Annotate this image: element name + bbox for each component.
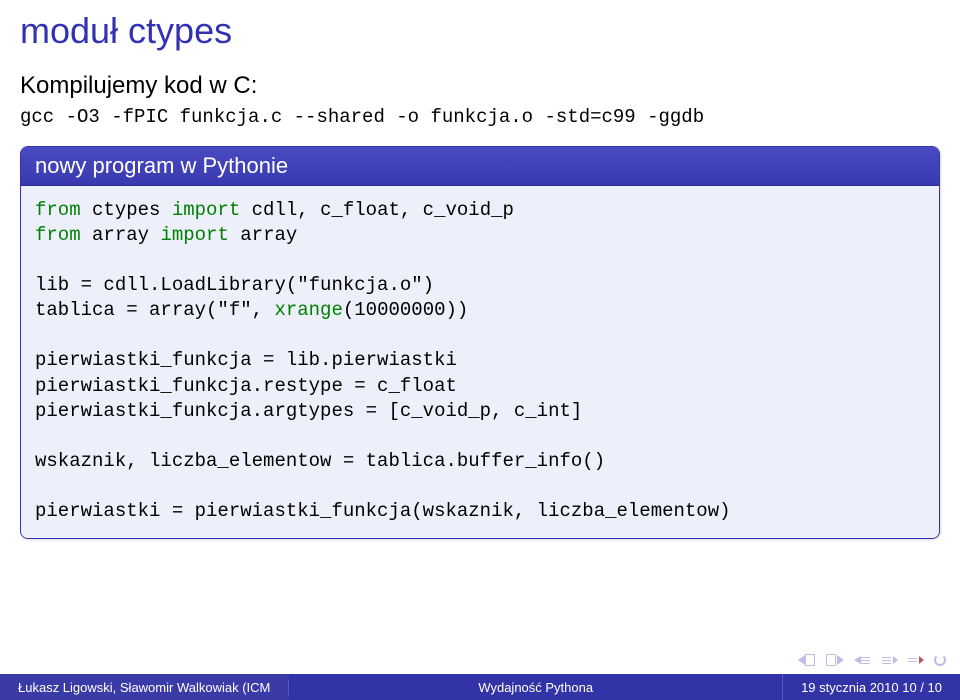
nav-refresh-icon[interactable] — [934, 654, 946, 666]
text: ctypes — [81, 199, 172, 221]
footer-title: Wydajność Pythona — [289, 674, 783, 700]
nav-prev-icon[interactable] — [798, 654, 816, 666]
footer: Łukasz Ligowski, Sławomir Walkowiak (ICM… — [0, 674, 960, 700]
nav-icons — [798, 654, 946, 666]
block-header: nowy program w Pythonie — [21, 147, 939, 186]
code-line: pierwiastki_funkcja = lib.pierwiastki — [35, 349, 457, 371]
keyword-from: from — [35, 224, 81, 246]
code-line: (10000000)) — [343, 299, 468, 321]
code-line: lib = cdll.LoadLibrary("funkcja.o") — [35, 274, 434, 296]
text: array — [229, 224, 297, 246]
code-block: nowy program w Pythonie from ctypes impo… — [20, 146, 940, 539]
builtin-xrange: xrange — [274, 299, 342, 321]
gcc-command: gcc -O3 -fPIC funkcja.c --shared -o funk… — [20, 106, 940, 128]
code-line: pierwiastki_funkcja.restype = c_float — [35, 375, 457, 397]
footer-date-page: 19 stycznia 2010 10 / 10 — [783, 674, 960, 700]
footer-authors: Łukasz Ligowski, Sławomir Walkowiak (ICM — [0, 680, 289, 695]
code-line: tablica = array("f", — [35, 299, 274, 321]
subheading: Kompilujemy kod w C: — [20, 72, 940, 100]
text: array — [81, 224, 161, 246]
code-line: pierwiastki_funkcja.argtypes = [c_void_p… — [35, 400, 582, 422]
python-code: from ctypes import cdll, c_float, c_void… — [35, 198, 925, 524]
nav-next-section-icon[interactable] — [882, 656, 898, 664]
keyword-import: import — [160, 224, 228, 246]
keyword-from: from — [35, 199, 81, 221]
text: cdll, c_float, c_void_p — [240, 199, 514, 221]
nav-prev-section-icon[interactable] — [854, 656, 872, 664]
code-line: wskaznik, liczba_elementow = tablica.buf… — [35, 450, 605, 472]
code-line: pierwiastki = pierwiastki_funkcja(wskazn… — [35, 500, 731, 522]
slide-title: moduł ctypes — [0, 0, 960, 72]
nav-next-page-icon[interactable] — [826, 654, 844, 666]
keyword-import: import — [172, 199, 240, 221]
content-area: Kompilujemy kod w C: gcc -O3 -fPIC funkc… — [0, 72, 960, 539]
slide: moduł ctypes Kompilujemy kod w C: gcc -O… — [0, 0, 960, 700]
nav-back-icon[interactable] — [908, 656, 924, 664]
block-body: from ctypes import cdll, c_float, c_void… — [21, 186, 939, 538]
